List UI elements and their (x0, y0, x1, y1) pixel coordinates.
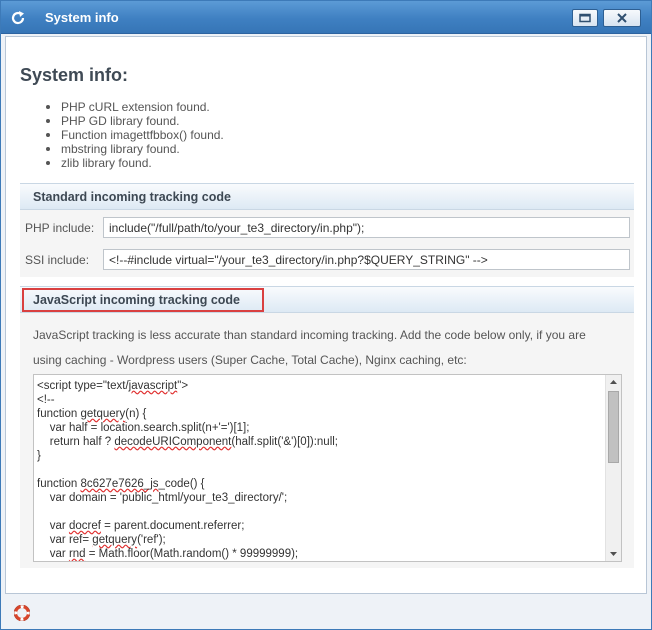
system-info-window: System info System info: PHP cURL extens… (0, 0, 652, 630)
page-title: System info: (20, 65, 129, 85)
code-lines: <script type="text/javascript"> <!-- fun… (37, 379, 605, 561)
title-bar: System info (1, 1, 651, 34)
javascript-tracking-section: JavaScript incoming tracking code JavaSc… (20, 286, 634, 568)
javascript-code-textarea[interactable]: <script type="text/javascript"> <!-- fun… (33, 374, 622, 562)
php-include-label: PHP include: (25, 221, 95, 235)
code-line: var rnd = Math.floor(Math.random() * 999… (37, 548, 299, 560)
standard-tracking-section: Standard incoming tracking code PHP incl… (20, 183, 634, 277)
description-line: JavaScript tracking is less accurate tha… (33, 328, 586, 342)
ssi-include-field[interactable]: <!--#include virtual="/your_te3_director… (103, 249, 630, 270)
close-icon (617, 13, 627, 23)
standard-section-title: Standard incoming tracking code (33, 190, 231, 204)
system-check-list: PHP cURL extension found. PHP GD library… (46, 100, 224, 170)
scroll-up-arrow-icon[interactable] (606, 375, 621, 389)
bottom-bar (1, 595, 651, 629)
javascript-section-title: JavaScript incoming tracking code (33, 293, 241, 307)
vertical-scrollbar[interactable] (605, 375, 621, 561)
code-line: var ref= getquery('ref'); (37, 534, 166, 546)
code-line: var half = location.search.split(n+'=')[… (37, 422, 250, 434)
list-item: zlib library found. (46, 156, 224, 170)
close-button[interactable] (603, 9, 641, 27)
code-line: } (37, 450, 41, 462)
list-item: mbstring library found. (46, 142, 224, 156)
code-line: var docref = parent.document.referrer; (37, 520, 245, 532)
code-line: function getquery(n) { (37, 408, 147, 420)
refresh-icon[interactable] (9, 9, 27, 27)
maximize-icon (579, 13, 591, 23)
content-panel: System info: PHP cURL extension found. P… (5, 36, 647, 594)
list-item: PHP cURL extension found. (46, 100, 224, 114)
list-item: PHP GD library found. (46, 114, 224, 128)
code-line: <script type="text/javascript"> (37, 380, 189, 392)
scroll-down-arrow-icon[interactable] (606, 547, 621, 561)
list-item: Function imagettfbbox() found. (46, 128, 224, 142)
code-line: function 8c627e7626_js_code() { (37, 478, 205, 490)
code-line: var domain = 'public_html/your_te3_direc… (37, 492, 288, 504)
code-line: return half ? decodeURIComponent(half.sp… (37, 436, 339, 448)
javascript-section-header: JavaScript incoming tracking code (20, 287, 634, 313)
javascript-description: JavaScript tracking is less accurate tha… (33, 323, 623, 373)
window-title: System info (45, 10, 119, 25)
maximize-button[interactable] (572, 9, 598, 27)
lifebuoy-icon[interactable] (14, 605, 30, 621)
scroll-thumb[interactable] (608, 391, 619, 463)
code-line: <!-- (37, 394, 55, 406)
ssi-include-label: SSI include: (25, 253, 90, 267)
description-line: using caching - Wordpress users (Super C… (33, 353, 467, 367)
standard-section-header: Standard incoming tracking code (20, 184, 634, 210)
php-include-field[interactable]: include("/full/path/to/your_te3_director… (103, 217, 630, 238)
